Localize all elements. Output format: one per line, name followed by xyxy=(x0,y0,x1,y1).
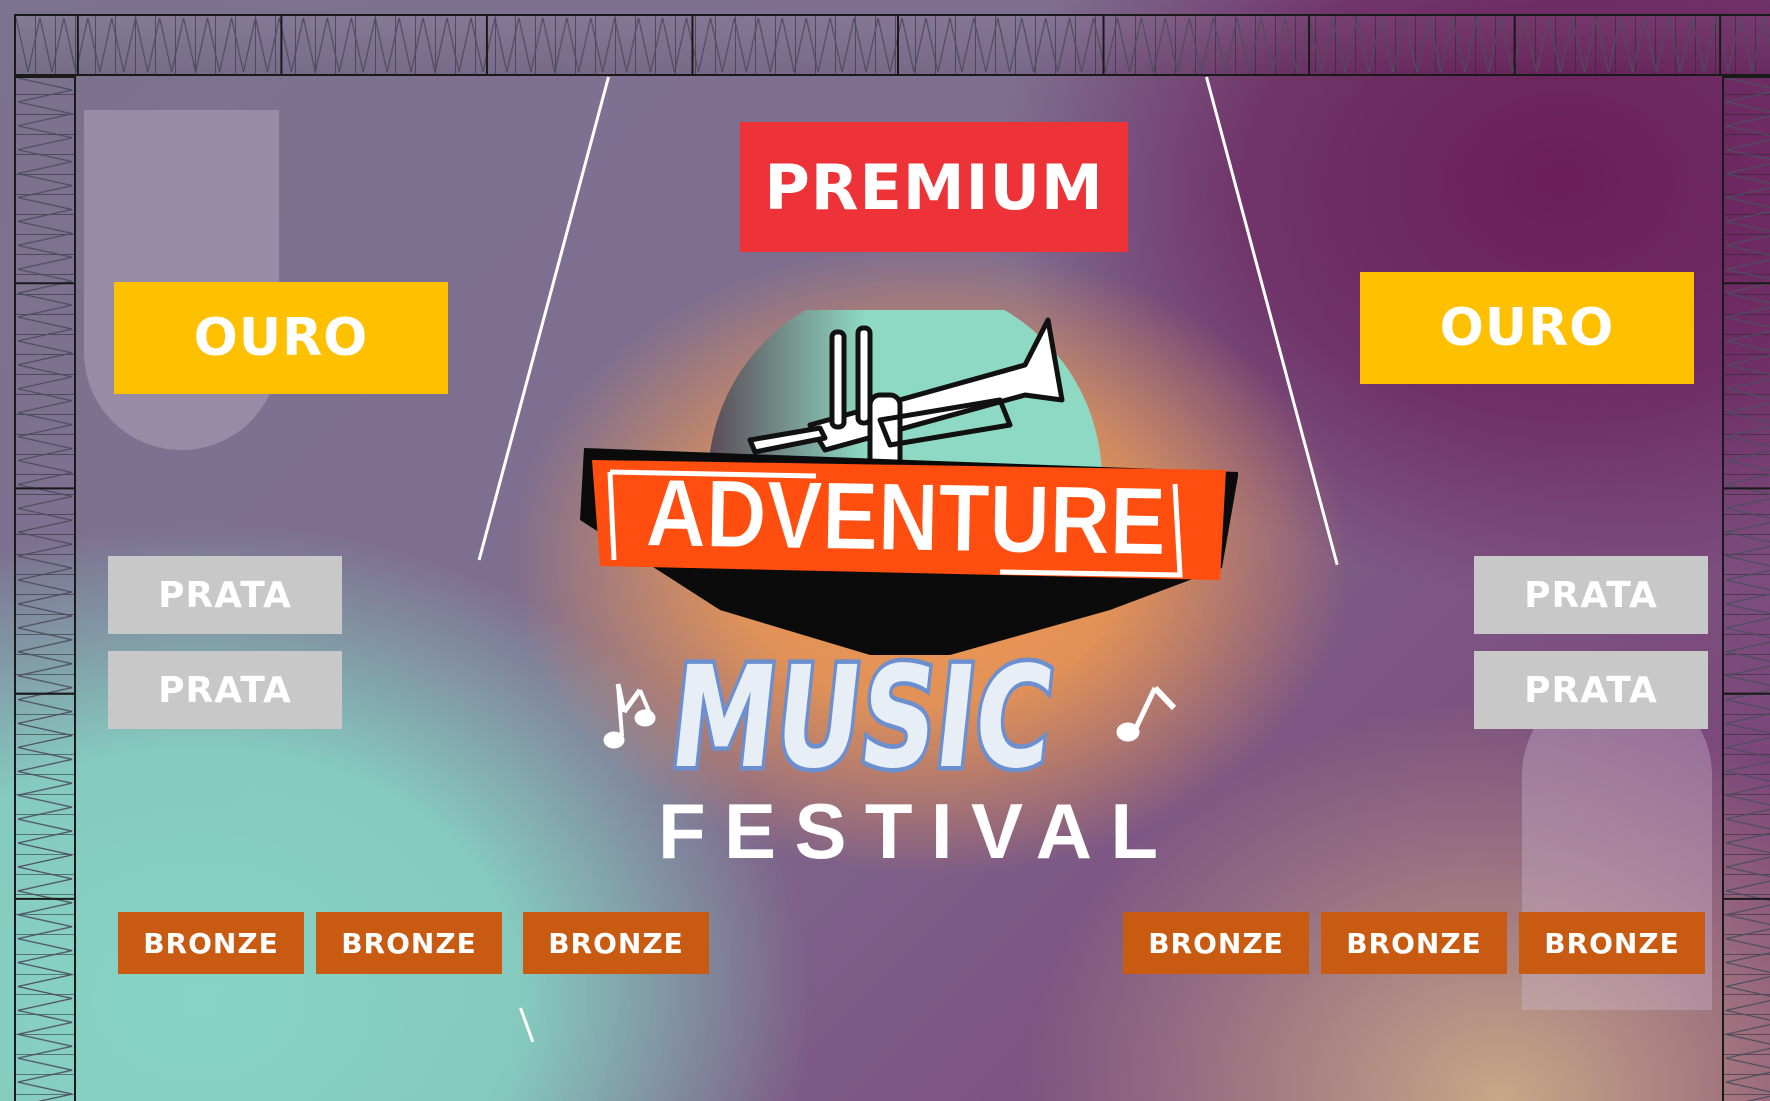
gold-sponsor-sign-left: OURO xyxy=(114,282,448,394)
bronze-sponsor-sign-6: BRONZE xyxy=(1519,912,1705,974)
bronze-sponsor-sign-4: BRONZE xyxy=(1123,912,1309,974)
stage-light-beam-small xyxy=(519,1007,535,1043)
premium-sponsor-sign: PREMIUM xyxy=(740,122,1128,252)
stage-canvas: PREMIUM OURO OURO PRATA PRATA PRATA PRAT… xyxy=(0,0,1770,1101)
music-note-icon xyxy=(1116,685,1177,742)
bronze-sponsor-sign-1: BRONZE xyxy=(118,912,304,974)
silver-sponsor-sign-left-1: PRATA xyxy=(108,556,342,634)
logo-adventure-text: ADVENTURE xyxy=(645,459,1167,575)
logo-festival-text: FESTIVAL xyxy=(658,787,1158,875)
logo-music-text: MUSIC xyxy=(664,637,1061,800)
background-pill-left xyxy=(84,110,279,450)
truss-right xyxy=(1722,76,1770,1101)
bronze-sponsor-sign-2: BRONZE xyxy=(316,912,502,974)
truss-left xyxy=(14,76,76,1101)
silver-sponsor-sign-left-2: PRATA xyxy=(108,651,342,729)
bronze-sponsor-sign-5: BRONZE xyxy=(1321,912,1507,974)
truss-top xyxy=(14,14,1770,76)
festival-logo: ADVENTURE MUSIC FESTIVAL xyxy=(570,310,1240,880)
gold-sponsor-sign-right: OURO xyxy=(1360,272,1694,384)
bronze-sponsor-sign-3: BRONZE xyxy=(523,912,709,974)
silver-sponsor-sign-right-2: PRATA xyxy=(1474,651,1708,729)
music-note-icon xyxy=(603,683,656,749)
silver-sponsor-sign-right-1: PRATA xyxy=(1474,556,1708,634)
